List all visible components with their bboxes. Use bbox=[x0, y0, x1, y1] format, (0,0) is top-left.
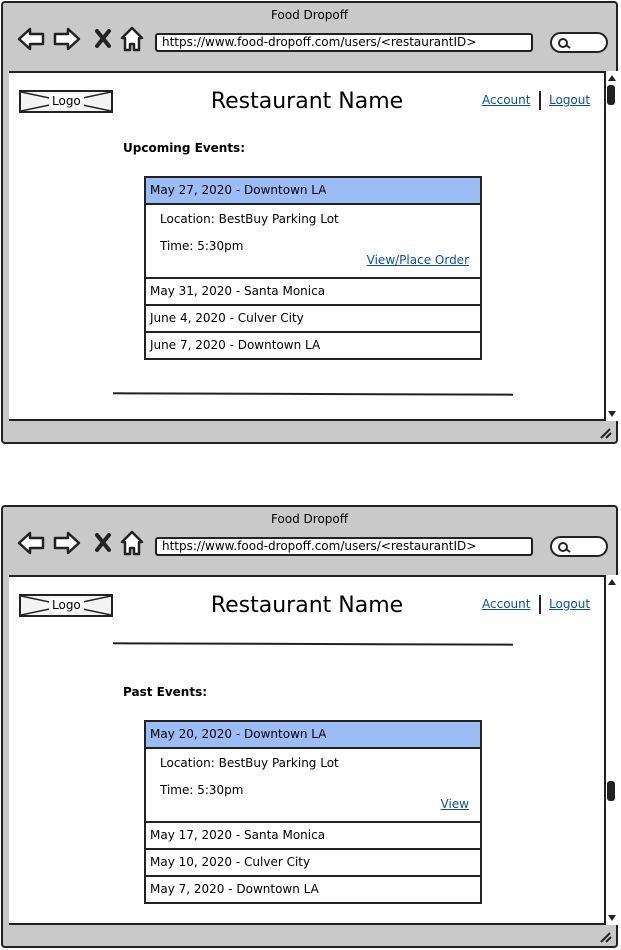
scroll-up-arrow[interactable] bbox=[608, 579, 616, 585]
view-place-order-link[interactable]: View/Place Order bbox=[367, 253, 469, 267]
scroll-up-arrow[interactable] bbox=[608, 75, 616, 81]
upcoming-events-accordion: May 27, 2020 - Downtown LA Location: Bes… bbox=[144, 176, 482, 360]
accordion-item[interactable]: May 17, 2020 - Santa Monica bbox=[146, 823, 480, 850]
vertical-scrollbar[interactable] bbox=[604, 575, 618, 925]
event-details: Location: BestBuy Parking Lot Time: 5:30… bbox=[146, 205, 480, 279]
accordion-item[interactable]: June 4, 2020 - Culver City bbox=[146, 306, 480, 333]
view-link[interactable]: View bbox=[441, 797, 469, 811]
scroll-thumb[interactable] bbox=[607, 85, 615, 105]
past-events-accordion: May 20, 2020 - Downtown LA Location: Bes… bbox=[144, 720, 482, 904]
home-icon[interactable] bbox=[120, 26, 144, 52]
vertical-scrollbar[interactable] bbox=[604, 71, 618, 421]
browser-window-past: Food Dropoff https://www.food-dropoff.co… bbox=[1, 505, 618, 948]
page-content: Logo Restaurant Name Account Logout Past… bbox=[9, 575, 605, 925]
accordion-item-selected[interactable]: May 27, 2020 - Downtown LA bbox=[146, 178, 480, 205]
accordion-item[interactable]: May 10, 2020 - Culver City bbox=[146, 850, 480, 877]
accordion-item[interactable]: May 31, 2020 - Santa Monica bbox=[146, 279, 480, 306]
search-icon bbox=[558, 38, 571, 49]
event-time: Time: 5:30pm bbox=[160, 783, 244, 797]
upcoming-events-title: Upcoming Events: bbox=[123, 141, 245, 155]
stop-icon[interactable] bbox=[95, 533, 111, 552]
stop-icon[interactable] bbox=[95, 29, 111, 48]
nav-icons bbox=[17, 530, 144, 556]
forward-icon[interactable] bbox=[53, 27, 81, 51]
window-title: Food Dropoff bbox=[270, 8, 349, 22]
nav-icons bbox=[17, 26, 144, 52]
link-separator bbox=[539, 595, 541, 614]
event-location: Location: BestBuy Parking Lot bbox=[160, 212, 339, 226]
forward-icon[interactable] bbox=[53, 531, 81, 555]
scroll-down-arrow[interactable] bbox=[608, 411, 616, 417]
resize-grip-icon[interactable] bbox=[598, 427, 612, 439]
scroll-down-arrow[interactable] bbox=[608, 915, 616, 921]
home-icon[interactable] bbox=[120, 530, 144, 556]
url-bar[interactable]: https://www.food-dropoff.com/users/<rest… bbox=[155, 33, 533, 52]
event-location: Location: BestBuy Parking Lot bbox=[160, 756, 339, 770]
account-link[interactable]: Account bbox=[482, 93, 530, 107]
resize-grip-icon[interactable] bbox=[598, 931, 612, 943]
back-icon[interactable] bbox=[17, 531, 45, 555]
event-time: Time: 5:30pm bbox=[160, 239, 244, 253]
account-link[interactable]: Account bbox=[482, 597, 530, 611]
past-events-title: Past Events: bbox=[123, 685, 208, 699]
scroll-thumb[interactable] bbox=[607, 781, 615, 801]
search-box[interactable] bbox=[550, 536, 608, 557]
browser-window-upcoming: Food Dropoff https://www.food-dropoff.co… bbox=[1, 1, 618, 444]
accordion-item[interactable]: May 7, 2020 - Downtown LA bbox=[146, 877, 480, 902]
link-separator bbox=[539, 91, 541, 110]
logout-link[interactable]: Logout bbox=[549, 93, 590, 107]
accordion-item[interactable]: June 7, 2020 - Downtown LA bbox=[146, 333, 480, 358]
event-details: Location: BestBuy Parking Lot Time: 5:30… bbox=[146, 749, 480, 823]
divider bbox=[112, 642, 514, 646]
logout-link[interactable]: Logout bbox=[549, 597, 590, 611]
window-title: Food Dropoff bbox=[270, 512, 349, 526]
accordion-item-selected[interactable]: May 20, 2020 - Downtown LA bbox=[146, 722, 480, 749]
url-bar[interactable]: https://www.food-dropoff.com/users/<rest… bbox=[155, 537, 533, 556]
divider bbox=[112, 392, 514, 396]
back-icon[interactable] bbox=[17, 27, 45, 51]
search-box[interactable] bbox=[550, 32, 608, 53]
page-content: Logo Restaurant Name Account Logout Upco… bbox=[9, 71, 605, 421]
search-icon bbox=[558, 542, 571, 553]
